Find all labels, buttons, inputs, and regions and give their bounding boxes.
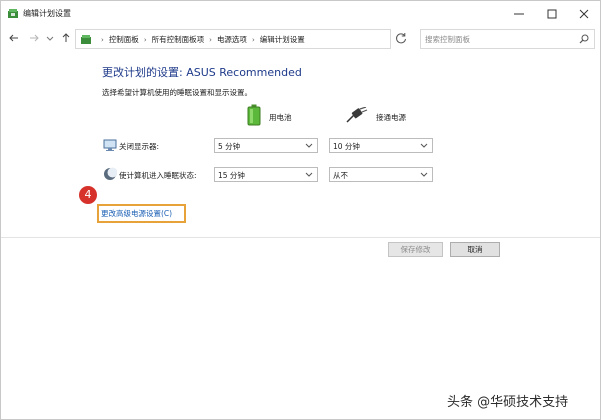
arrow-left-icon [9,34,18,42]
arrow-right-icon [30,34,39,42]
sleep-label: 使计算机进入睡眠状态: [119,171,197,180]
moon-icon [103,167,118,181]
breadcrumb-separator-icon: › [209,35,212,44]
breadcrumb-item[interactable]: 电源选项 [217,34,247,45]
watermark: 头条 @华硕技术支持 [447,395,569,410]
battery-column-label: 用电池 [269,113,292,122]
display-off-battery-select[interactable]: 5 分钟 [214,138,318,153]
breadcrumb-separator-icon: › [143,35,147,44]
chevron-down-icon [305,143,313,148]
search-icon[interactable] [579,34,589,44]
minimize-icon [514,13,524,15]
page-subtitle: 选择希望计算机使用的睡眠设置和显示设置。 [102,88,252,97]
chevron-down-icon [305,172,313,177]
control-panel-icon [80,33,92,45]
advanced-power-settings-link[interactable]: 更改高级电源设置(C) [101,208,172,219]
control-panel-icon [7,7,19,19]
minimize-button[interactable] [503,1,535,27]
title-bar: 编辑计划设置 [1,1,600,27]
sleep-plugged-select[interactable]: 从不 [329,167,433,182]
search-box [420,29,595,49]
cancel-button[interactable]: 取消 [450,242,500,257]
maximize-icon [547,9,557,19]
refresh-button[interactable] [393,30,409,46]
step-badge: 4 [79,186,97,204]
back-button[interactable] [7,31,21,45]
up-button[interactable] [59,31,73,45]
refresh-icon [396,33,406,44]
maximize-button[interactable] [536,1,568,27]
address-box[interactable]: › 控制面板 › 所有控制面板项 › 电源选项 › 编辑计划设置 [75,29,459,49]
breadcrumb-item[interactable]: 所有控制面板项 [152,34,205,45]
forward-button[interactable] [27,31,41,45]
plug-icon [346,106,368,123]
chevron-down-icon [420,172,428,177]
select-value: 5 分钟 [218,142,241,151]
recent-locations-button[interactable] [43,31,57,45]
plugged-column-label: 接通电源 [376,113,406,122]
search-input[interactable] [425,30,573,48]
chevron-down-icon [420,143,428,148]
page-title: 更改计划的设置: ASUS Recommended [102,66,302,79]
divider [1,237,600,238]
window: 编辑计划设置 › 控制面板 › 所有控制面板项 › 电源选项 › 编辑计划设置 … [0,0,601,420]
save-changes-button[interactable]: 保存修改 [388,242,443,257]
select-value: 从不 [333,171,348,180]
breadcrumb-item[interactable]: 编辑计划设置 [260,34,305,45]
chevron-down-icon [46,36,54,41]
window-title: 编辑计划设置 [23,9,71,18]
display-off-label: 关闭显示器: [119,142,160,151]
battery-icon [247,104,261,126]
close-icon [579,9,589,19]
breadcrumb: › 控制面板 › 所有控制面板项 › 电源选项 › 编辑计划设置 [96,34,305,45]
display-off-plugged-select[interactable]: 10 分钟 [329,138,433,153]
monitor-icon [103,138,117,152]
sleep-battery-select[interactable]: 15 分钟 [214,167,318,182]
close-button[interactable] [568,1,600,27]
select-value: 10 分钟 [333,142,360,151]
breadcrumb-separator-icon: › [101,35,104,44]
arrow-up-icon [62,33,70,42]
breadcrumb-separator-icon: › [251,35,255,44]
breadcrumb-item[interactable]: 控制面板 [109,34,139,45]
select-value: 15 分钟 [218,171,245,180]
navigation-bar: › 控制面板 › 所有控制面板项 › 电源选项 › 编辑计划设置 [1,27,600,49]
